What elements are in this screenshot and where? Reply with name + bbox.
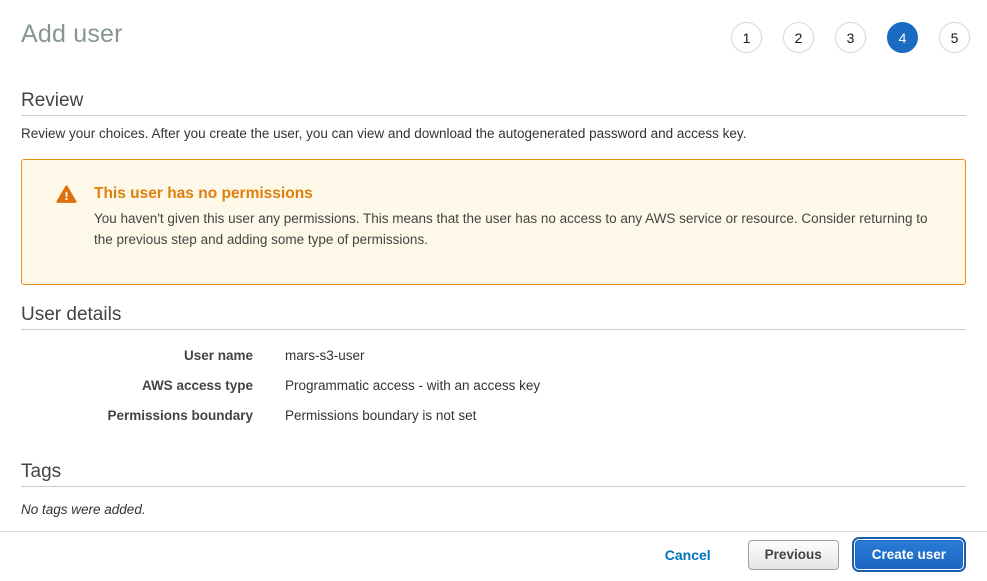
review-description: Review your choices. After you create th… [21,126,966,141]
user-details-table: User name mars-s3-user AWS access type P… [21,347,966,424]
wizard-footer: Cancel Previous Create user [0,531,987,581]
create-user-button[interactable]: Create user [855,540,963,569]
user-name-label: User name [21,347,253,364]
warning-triangle-icon [56,184,77,205]
main-content: Review Review your choices. After you cr… [0,90,987,517]
table-row: Permissions boundary Permissions boundar… [21,407,966,424]
permissions-boundary-value: Permissions boundary is not set [285,407,476,424]
add-user-wizard-page: Add user 1 2 3 4 5 Review Review your ch… [0,0,987,581]
cancel-link[interactable]: Cancel [665,547,711,563]
review-divider [21,115,966,116]
user-details-divider [21,329,966,330]
step-2[interactable]: 2 [783,22,814,53]
table-row: User name mars-s3-user [21,347,966,364]
table-row: AWS access type Programmatic access - wi… [21,377,966,394]
previous-button[interactable]: Previous [748,540,839,570]
step-3[interactable]: 3 [835,22,866,53]
tags-divider [21,486,966,487]
step-4-active[interactable]: 4 [887,22,918,53]
no-permissions-warning: This user has no permissions You haven't… [21,159,966,285]
permissions-boundary-label: Permissions boundary [21,407,253,424]
page-header: Add user 1 2 3 4 5 [0,0,987,48]
warning-body: You haven't given this user any permissi… [94,208,945,250]
step-5[interactable]: 5 [939,22,970,53]
wizard-step-indicator: 1 2 3 4 5 [731,22,970,53]
access-type-label: AWS access type [21,377,253,394]
review-heading: Review [21,90,966,112]
user-name-value: mars-s3-user [285,347,365,364]
access-type-value: Programmatic access - with an access key [285,377,540,394]
warning-title: This user has no permissions [94,185,945,203]
tags-heading: Tags [21,461,966,483]
warning-content: This user has no permissions You haven't… [94,185,945,250]
step-1[interactable]: 1 [731,22,762,53]
create-user-button-focus-ring: Create user [852,537,966,572]
user-details-heading: User details [21,304,966,326]
tags-empty-message: No tags were added. [21,502,966,517]
